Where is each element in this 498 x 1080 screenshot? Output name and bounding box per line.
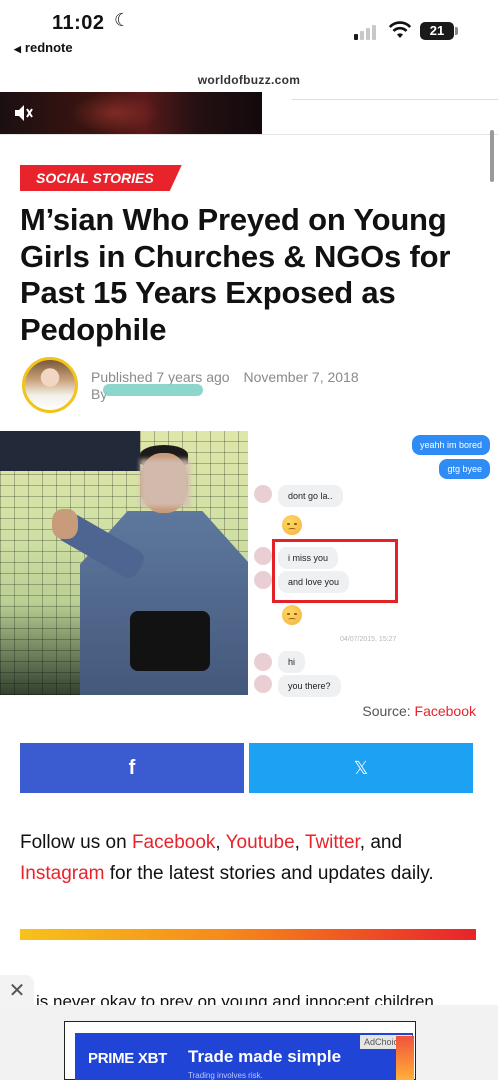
close-ad-button[interactable]: ✕ [0,975,34,1007]
chat-incoming: hi [278,651,306,673]
chat-outgoing: gtg byee [439,459,490,479]
face-blur [140,459,190,507]
chat-avatar [254,547,272,565]
ad-brand-logo: PRIME XBT [88,1050,167,1067]
follow-paragraph: Follow us on Facebook, Youtube, Twitter,… [20,832,434,884]
sad-emoji-icon [282,515,302,535]
divider [0,134,498,135]
chat-outgoing: yeahh im bored [411,435,490,455]
instagram-link[interactable]: Instagram [20,863,104,884]
category-tag[interactable]: SOCIAL STORIES [20,165,182,191]
cellular-signal-icon [354,24,380,40]
clock: 11:02 [52,12,105,34]
man-hand [52,509,78,539]
battery-tip [455,27,458,35]
video-placeholder-edge [292,92,498,100]
facebook-icon: f [128,757,136,779]
source-label: Source: [362,703,411,719]
board-banner [0,431,140,471]
published-label: Published [91,369,153,385]
url-text: worldofbuzz.com [197,73,301,87]
chat-avatar [254,653,272,671]
facebook-link[interactable]: Facebook [132,832,215,853]
shoulder-bag [130,611,210,671]
video-player[interactable] [0,92,262,134]
chat-screenshot: yeahh im bored gtg byee dont go la.. i m… [250,431,498,697]
status-bar: 11:02 ☾ ◀ rednote 21 [0,0,498,62]
video-frame [70,92,160,134]
focus-moon-icon: ☾ [114,10,131,30]
ad-disclaimer: Trading involves risk. [188,1071,263,1080]
chat-avatar [254,571,272,589]
back-triangle-icon: ◀ [14,44,21,54]
chat-avatar [254,675,272,693]
address-bar[interactable]: worldofbuzz.com [0,62,498,92]
redacted-author-name [103,384,203,396]
article-title: M’sian Who Preyed on Young Girls in Chur… [20,202,451,347]
twitter-link[interactable]: Twitter [305,832,360,853]
publish-info: Published 7 years ago November 7, 2018 [91,369,359,385]
scrollbar[interactable] [490,130,494,182]
wifi-icon [388,21,412,38]
ad-headline: Trade made simple [188,1047,342,1066]
sad-emoji-icon [282,605,302,625]
article-image[interactable]: yeahh im bored gtg byee dont go la.. i m… [0,431,498,697]
photo-man-at-board [0,431,248,695]
author-avatar[interactable] [22,357,78,413]
published-relative: 7 years ago [156,369,230,385]
gradient-divider [20,929,476,940]
x-icon: 𝕏 [353,758,369,778]
published-date: November 7, 2018 [243,369,359,385]
chat-avatar [254,485,272,503]
mute-icon[interactable] [12,102,34,124]
chat-incoming: you there? [278,675,341,697]
chat-timestamp: 04/07/2015, 15:27 [340,636,397,643]
battery-icon: 21 [420,22,454,40]
source-link[interactable]: Facebook [415,703,476,719]
highlight-box [272,539,398,603]
chat-incoming: dont go la.. [278,485,343,507]
image-source: Source: Facebook [362,703,476,719]
share-facebook-button[interactable]: f [20,743,244,793]
back-to-app-link[interactable]: ◀ rednote [14,40,73,55]
youtube-link[interactable]: Youtube [226,832,295,853]
share-x-button[interactable]: 𝕏 [249,743,473,793]
ad-chart-graphic [396,1036,414,1080]
